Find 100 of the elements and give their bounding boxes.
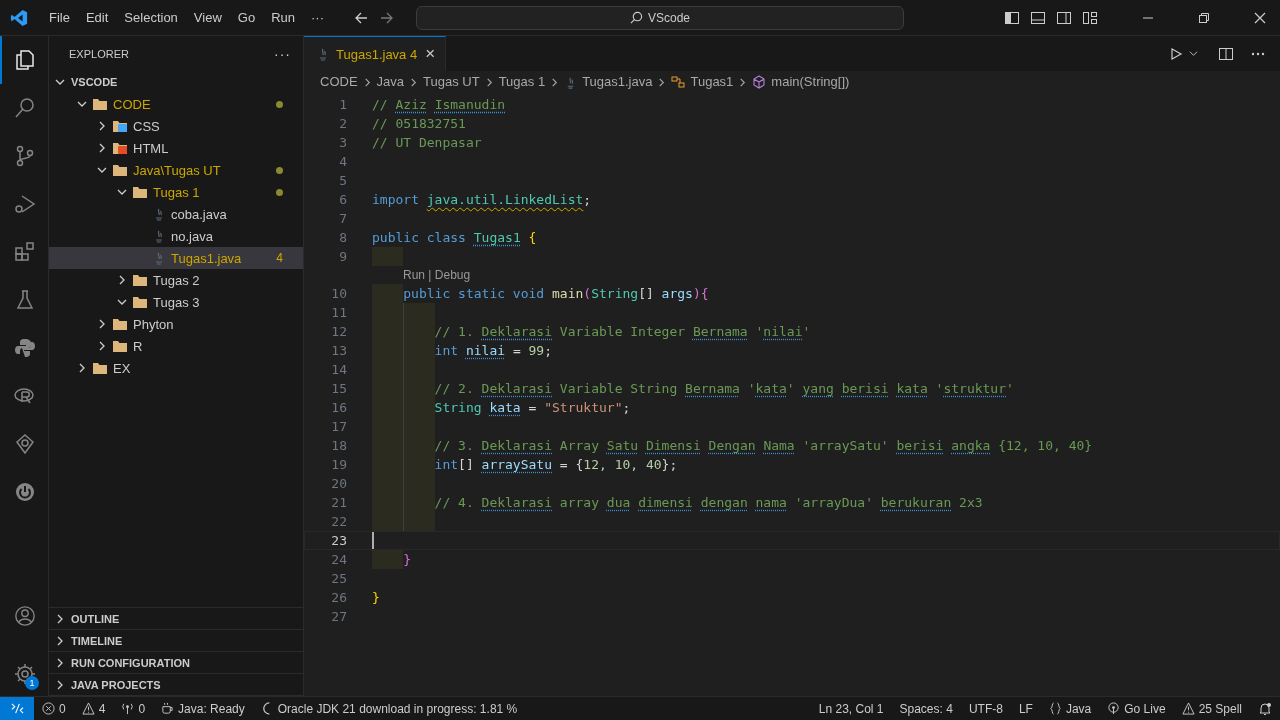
tree-item[interactable]: Tugas1.java 4 [49,247,303,269]
code-token: ( [583,286,592,301]
back-arrow-icon[interactable] [354,10,368,25]
line-number: 1 [338,97,347,112]
settings-icon[interactable] [13,662,37,686]
code-token: Tugas1 [473,230,522,245]
status-item[interactable]: 25 Spell [1173,701,1250,716]
code-token: java.util.LinkedList [426,192,584,207]
status-item[interactable]: Java [1040,701,1100,716]
layout-icon[interactable] [1082,9,1098,26]
status-item[interactable]: Java: Ready [153,701,253,716]
line-number: 20 [330,476,347,491]
breadcrumb-item[interactable]: Tugas 1 [498,71,546,93]
code-token: { [528,230,537,245]
search-field[interactable]: VScode [416,5,904,30]
chevron-icon [738,77,748,87]
code-token: ' [746,381,756,396]
code-token: Ismanudin [434,97,506,112]
panel-toggle-icon[interactable] [1030,9,1046,26]
chevron-icon[interactable] [1189,49,1198,58]
section-header[interactable]: TIMELINE [49,630,303,652]
code-token: // 4. [434,495,475,510]
code-token: ' [934,381,944,396]
section-header[interactable]: OUTLINE [49,608,303,630]
breadcrumb-item[interactable]: main(String[]) [752,71,850,93]
line-number: 10 [330,286,347,301]
line-number: 22 [330,514,347,529]
folder-icon [132,185,148,199]
folder-icon [112,317,128,331]
tree-item[interactable]: CSS [49,115,303,137]
tree-item[interactable]: EX [49,357,303,379]
menu-item[interactable]: Go [229,10,264,25]
app-logo-icon [10,8,28,27]
tree-label: Tugas 3 [153,294,201,310]
line-number: 3 [338,135,347,150]
line-number: 13 [330,343,347,358]
code-token: // [372,97,389,112]
tree-item[interactable]: R [49,335,303,357]
secondary-sidebar-icon[interactable] [1056,9,1072,26]
indent-highlight [372,284,404,303]
chevron-icon [550,77,560,87]
sidebar-toggle-icon[interactable] [1004,9,1020,26]
menu-item[interactable]: Run [263,10,303,25]
tree-item[interactable]: Tugas 2 [49,269,303,291]
status-item[interactable]: 0 [113,701,154,716]
tree-item[interactable]: coba.java [49,203,303,225]
status-item[interactable]: Ln 23, Col 1 [810,701,892,716]
status-item[interactable]: LF [1010,701,1041,716]
breadcrumb-item[interactable]: Java [376,71,405,93]
tree-label: Tugas 1 [153,184,201,200]
code-token: Array [558,438,600,453]
breadcrumb-item[interactable]: Tugas UT [423,71,480,93]
line-number: 8 [338,230,347,245]
split-editor-icon[interactable] [1218,45,1234,62]
section-header[interactable]: RUN CONFIGURATION [49,652,303,674]
tree-item[interactable]: Tugas 1 [49,181,303,203]
breadcrumb-item[interactable]: CODE [320,71,358,93]
status-item[interactable]: Spaces: 4 [891,701,961,716]
menu-item[interactable]: File [41,10,78,25]
breadcrumb-item[interactable]: Tugas1 [671,71,734,93]
status-item[interactable]: 0 [34,701,74,716]
line-number: 27 [330,609,347,624]
tree-item[interactable]: Tugas 3 [49,291,303,313]
restore-icon[interactable] [1198,11,1210,24]
menu-item[interactable]: Edit [77,10,117,25]
tree-item[interactable]: no.java [49,225,303,247]
line-number: 16 [330,400,347,415]
tree-label: Tugas1.java [171,250,243,266]
status-item[interactable]: 4 [73,701,114,716]
menu-item[interactable]: View [185,10,230,25]
code-token: "Struktur" [544,400,623,415]
editor-tab[interactable]: Tugas1.java 4 × [304,36,447,71]
forward-arrow-icon[interactable] [380,10,394,25]
code-token: yang [802,381,835,396]
remote-button[interactable] [0,697,34,720]
close-tab-button[interactable]: × [425,44,436,64]
menu-item[interactable]: Selection [116,10,186,25]
status-item[interactable]: Go Live [1099,701,1174,716]
breadcrumb-item[interactable]: Tugas1.java [564,71,653,93]
search-icon [630,11,643,24]
status-item[interactable]: Oracle JDK 21 download in progress: 1.81 % [252,701,526,716]
codelens-text[interactable]: Run | Debug [403,268,471,282]
tree-item[interactable]: HTML [49,137,303,159]
tree-item[interactable]: CODE [49,93,303,115]
code-token: public static void [403,286,546,301]
run-icon[interactable] [1169,46,1183,61]
code-token: int [434,457,459,472]
workspace-header[interactable]: VSCODE [49,71,303,93]
code-token: array [558,495,600,510]
close-icon[interactable] [1254,11,1266,24]
status-item[interactable]: UTF-8 [960,701,1011,716]
tree-item[interactable]: Java\Tugas UT [49,159,303,181]
indent-highlight [403,303,435,322]
line-number: 11 [330,305,347,320]
tree-item[interactable]: Phyton [49,313,303,335]
chevron-icon [55,679,65,690]
code-token: {12, 10, 40} [997,438,1093,453]
chevron-icon [362,77,372,87]
more-actions-button[interactable]: ··· [274,45,291,62]
menu-item[interactable]: ··· [303,10,332,25]
